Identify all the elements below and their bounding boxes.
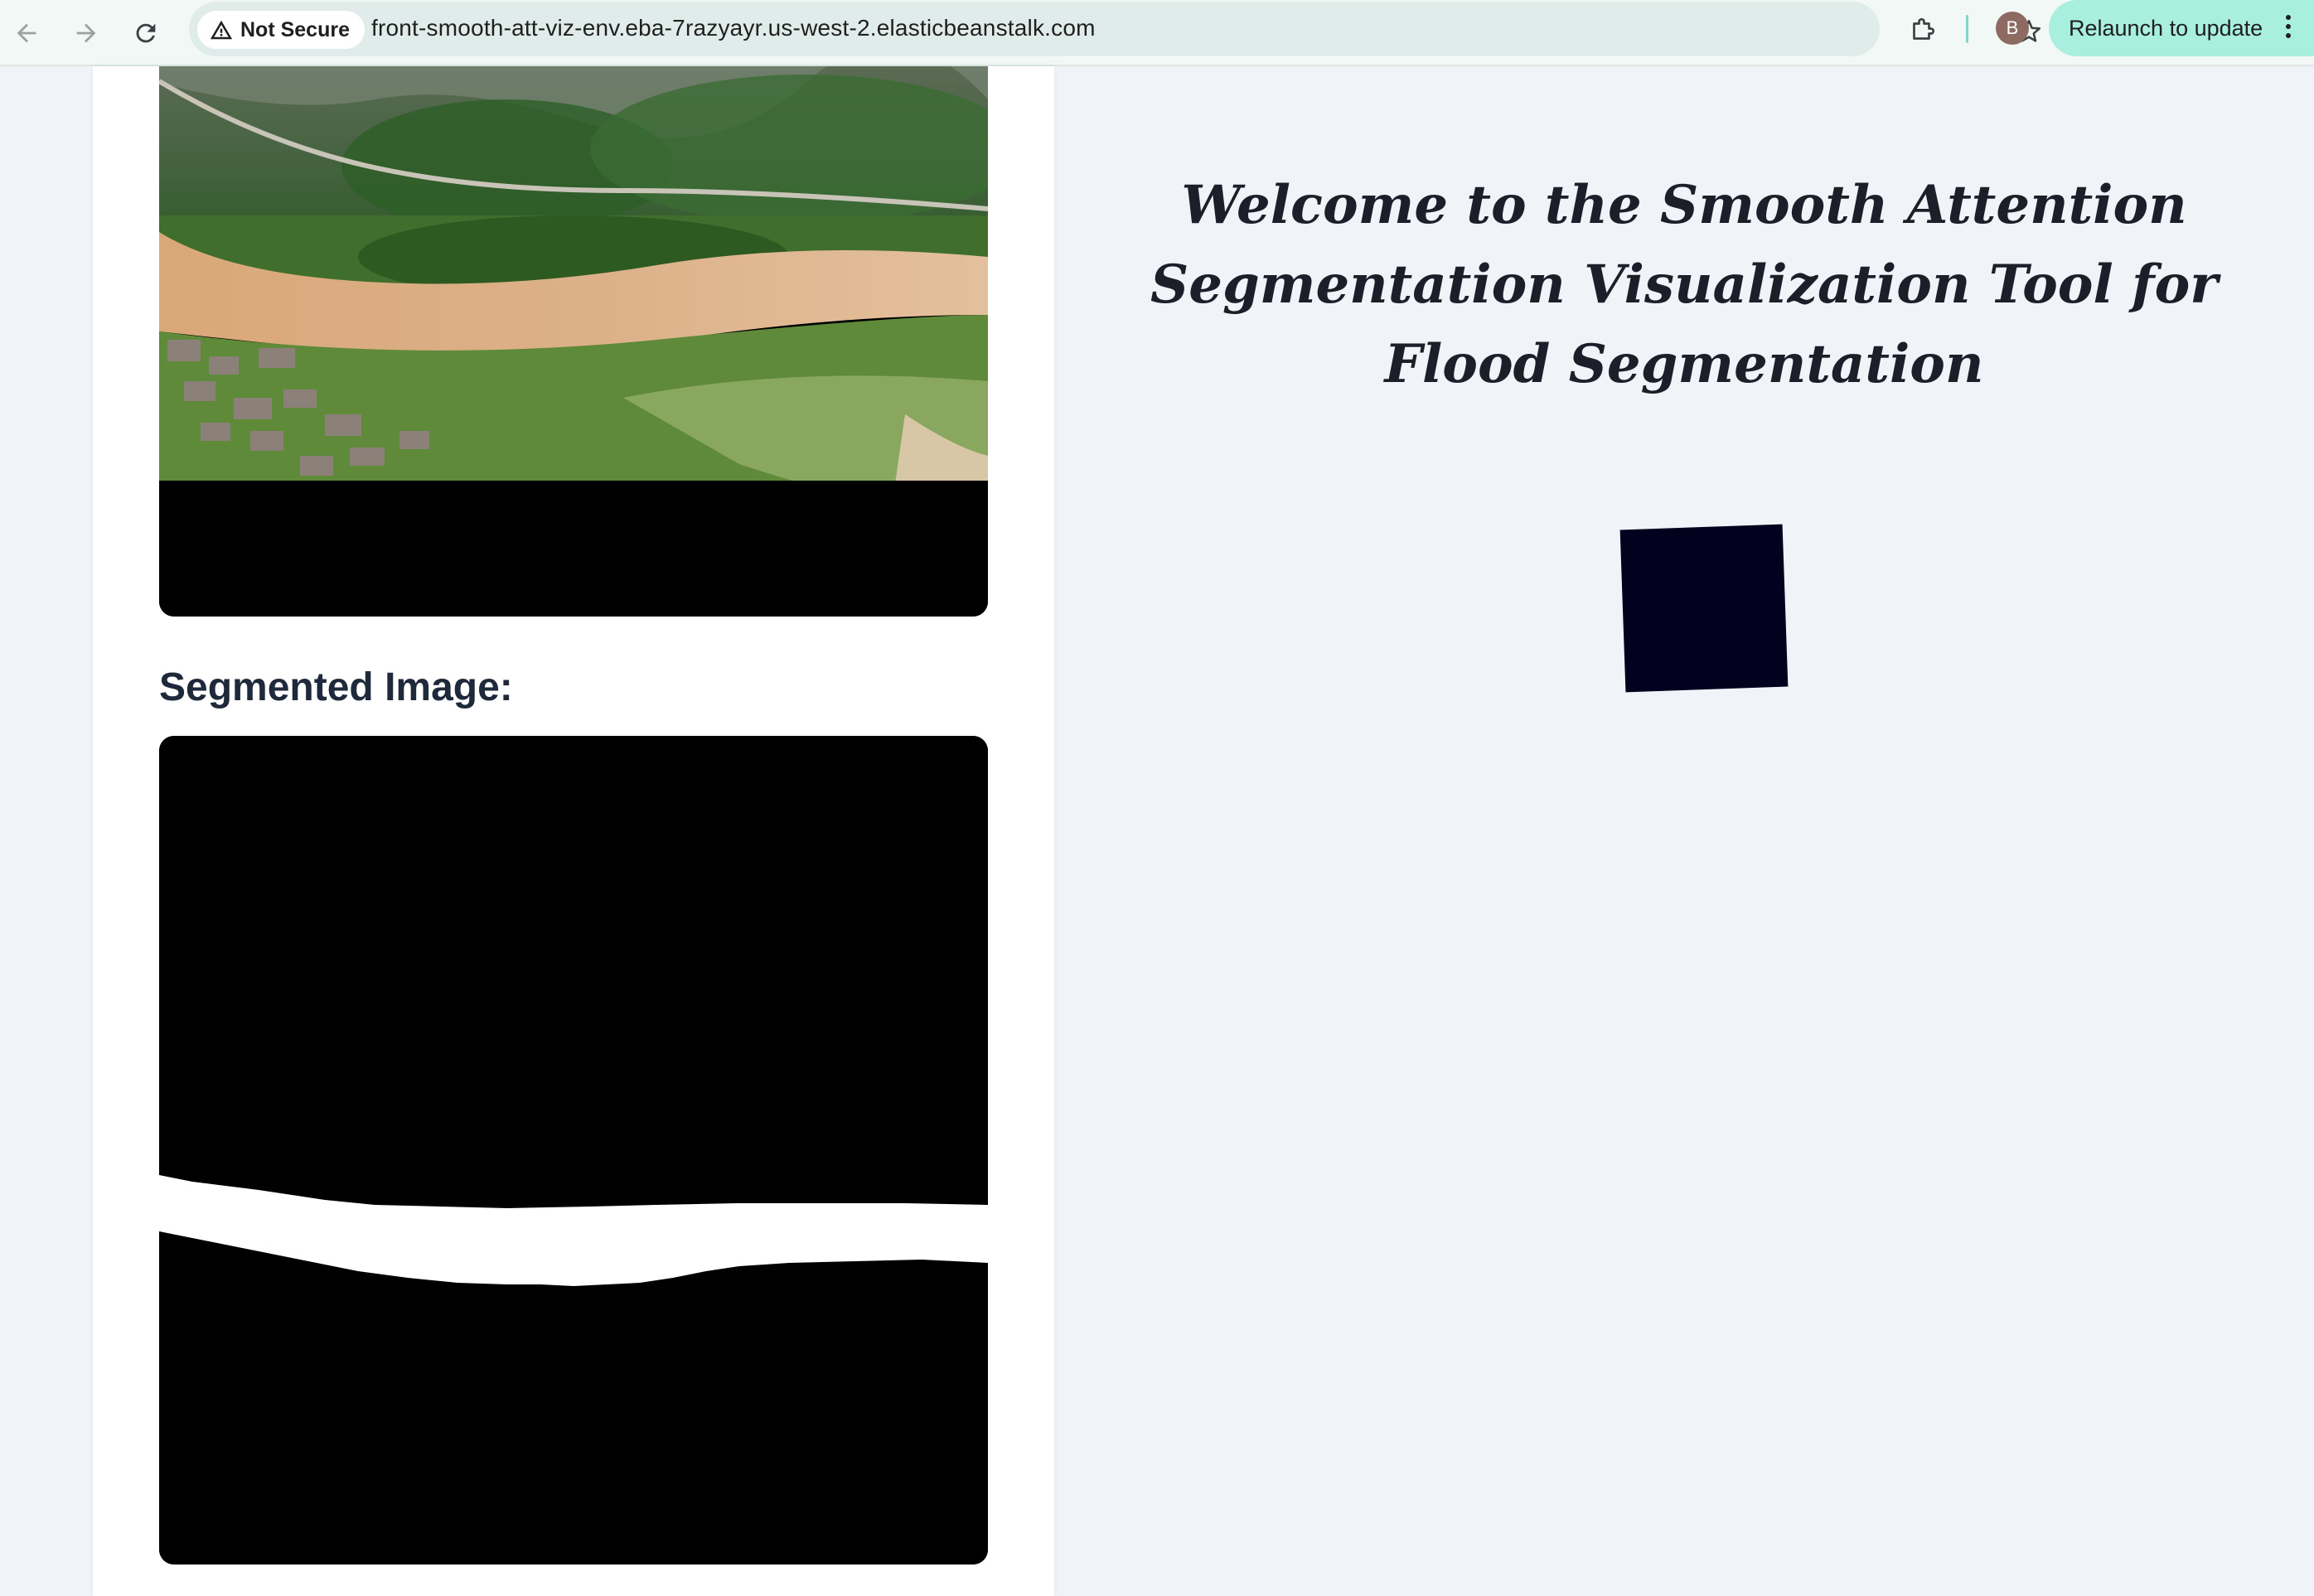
results-panel: Segmented Image:: [93, 66, 1054, 1596]
extensions-icon: [1913, 17, 1935, 40]
address-bar[interactable]: Not Secure front-smooth-att-viz-env.eba-…: [189, 2, 2041, 56]
reload-button[interactable]: [126, 13, 166, 53]
back-arrow-icon: [17, 23, 36, 43]
segmented-image-heading: Segmented Image:: [159, 665, 513, 709]
welcome-panel: Welcome to the Smooth Attention Segmenta…: [1054, 66, 2314, 1596]
site-info-chip[interactable]: Not Secure: [197, 11, 365, 49]
flood-aerial-photo: [159, 66, 988, 617]
page-content: Segmented Image: Welcome to the Smooth A…: [0, 66, 2314, 1596]
browser-toolbar: Not Secure front-smooth-att-viz-env.eba-…: [0, 0, 2314, 66]
extensions-button[interactable]: [1903, 10, 1943, 50]
forward-arrow-icon: [76, 23, 96, 43]
welcome-title: Welcome to the Smooth Attention Segmenta…: [1150, 174, 2218, 395]
toolbar-separator: [1966, 15, 1968, 43]
relaunch-button[interactable]: Relaunch to update: [2049, 0, 2314, 56]
profile-avatar[interactable]: B: [1996, 12, 2029, 45]
security-label: Not Secure: [240, 17, 350, 41]
url-text[interactable]: front-smooth-att-viz-env.eba-7razyayr.us…: [371, 15, 1096, 41]
more-vert-icon[interactable]: [2286, 15, 2292, 41]
relaunch-label: Relaunch to update: [2069, 15, 2263, 41]
back-button[interactable]: [7, 13, 46, 53]
warning-icon: [210, 20, 233, 40]
reload-icon: [136, 23, 156, 43]
forward-button[interactable]: [66, 13, 106, 53]
loading-square: [1619, 524, 1789, 693]
segmented-mask-image: [159, 736, 988, 1565]
original-image: [159, 66, 988, 617]
segmentation-mask: [159, 736, 988, 1565]
